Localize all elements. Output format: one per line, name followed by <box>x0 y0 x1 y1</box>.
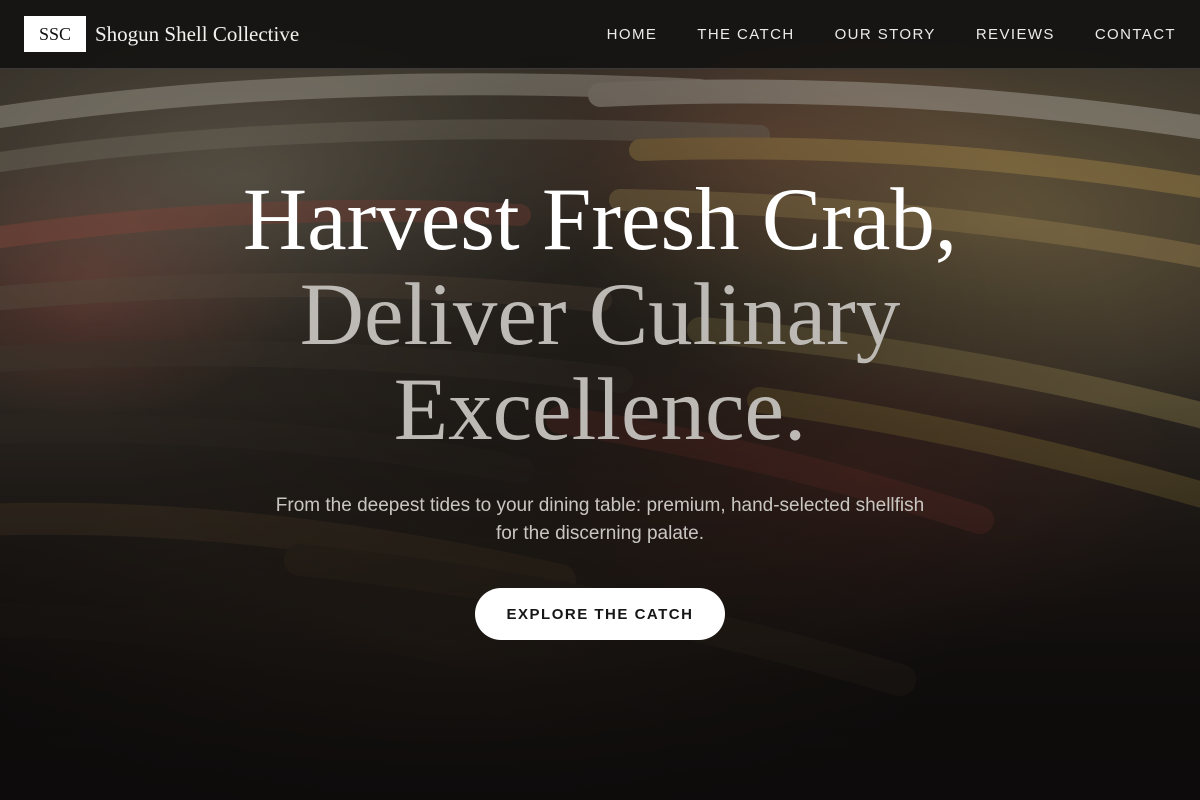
hero-subtitle: From the deepest tides to your dining ta… <box>275 495 925 544</box>
nav-link-our-story[interactable]: OUR STORY <box>835 26 936 43</box>
hero-title-line-2: Deliver Culinary <box>299 266 901 364</box>
hero-title-line-3: Excellence. <box>393 361 807 459</box>
hero-section: Harvest Fresh Crab, Deliver Culinary Exc… <box>0 69 1200 800</box>
nav-link-the-catch[interactable]: THE CATCH <box>697 26 794 43</box>
nav-link-contact[interactable]: CONTACT <box>1095 26 1176 43</box>
brand-link[interactable]: SSC Shogun Shell Collective <box>24 16 299 52</box>
brand-name: Shogun Shell Collective <box>95 21 300 46</box>
nav-link-reviews[interactable]: REVIEWS <box>976 26 1055 43</box>
hero-title-line-1: Harvest Fresh Crab, <box>242 171 958 269</box>
brand-logo: SSC <box>24 16 86 52</box>
site-header: SSC Shogun Shell Collective HOME THE CAT… <box>0 0 1200 69</box>
explore-the-catch-button[interactable]: EXPLORE THE CATCH <box>475 588 725 640</box>
main-nav: HOME THE CATCH OUR STORY REVIEWS CONTACT <box>607 26 1176 43</box>
hero-title: Harvest Fresh Crab, Deliver Culinary Exc… <box>243 173 957 458</box>
nav-link-home[interactable]: HOME <box>607 26 658 43</box>
